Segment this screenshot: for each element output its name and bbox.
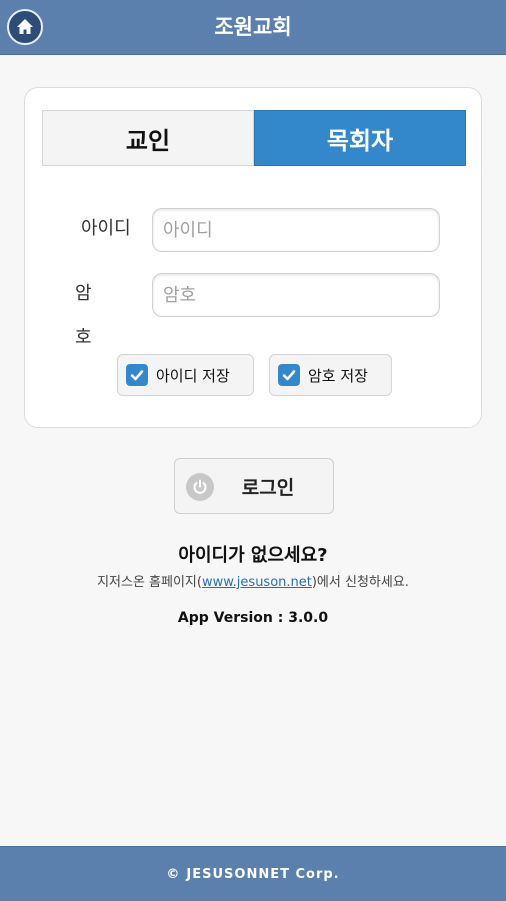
no-account-description: 지저스온 홈페이지(www.jesuson.net)에서 신청하세요. (0, 571, 506, 590)
login-card: 교인 목회자 아이디 암호 아이디 저장 암호 저장 (24, 87, 482, 428)
checkmark-icon (130, 370, 144, 381)
save-id-toggle[interactable]: 아이디 저장 (117, 354, 254, 396)
save-password-toggle[interactable]: 암호 저장 (269, 354, 392, 396)
page-title: 조원교회 (214, 15, 292, 39)
checkmark-icon (282, 370, 296, 381)
tab-member[interactable]: 교인 (42, 110, 254, 166)
signup-desc-prefix: 지저스온 홈페이지( (97, 575, 202, 590)
password-input[interactable] (152, 273, 440, 317)
app-header: 조원교회 (0, 0, 506, 55)
tab-pastor[interactable]: 목회자 (254, 110, 466, 166)
login-label: 로그인 (241, 476, 295, 499)
save-password-checkbox[interactable] (278, 364, 300, 386)
app-footer: © JESUSONNET Corp. (0, 846, 506, 901)
id-label: 아이디 (81, 218, 131, 239)
app-version: App Version : 3.0.0 (177, 610, 329, 626)
save-id-checkbox[interactable] (126, 364, 148, 386)
save-id-label: 아이디 저장 (156, 366, 230, 385)
copyright-icon: © (166, 866, 181, 882)
login-button[interactable]: 로그인 (174, 458, 334, 514)
footer-text: JESUSONNET Corp. (186, 866, 340, 882)
id-input[interactable] (152, 208, 440, 252)
save-password-label: 암호 저장 (308, 366, 368, 385)
power-icon (186, 473, 214, 501)
password-label: 암호 (75, 283, 114, 348)
signup-desc-suffix: )에서 신청하세요. (311, 575, 409, 590)
no-account-title: 아이디가 없으세요? (178, 545, 328, 566)
homepage-link[interactable]: www.jesuson.net (202, 575, 312, 590)
